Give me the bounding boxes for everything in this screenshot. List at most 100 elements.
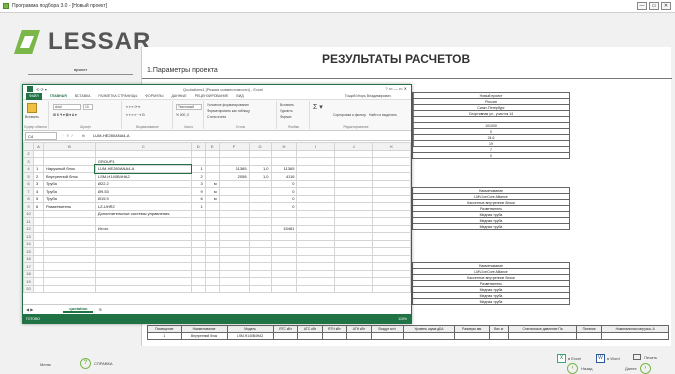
cell[interactable] <box>94 217 192 226</box>
cell[interactable] <box>270 262 298 271</box>
cell[interactable] <box>270 239 298 248</box>
row-header[interactable]: 7 <box>23 187 34 196</box>
cell[interactable] <box>372 217 411 226</box>
cell[interactable] <box>372 164 411 173</box>
paste-icon[interactable] <box>27 103 37 113</box>
cell[interactable] <box>42 157 96 166</box>
cell[interactable] <box>248 157 272 166</box>
cell[interactable]: Труба <box>42 194 96 203</box>
cell[interactable] <box>296 262 336 271</box>
cell[interactable] <box>296 232 336 241</box>
cell[interactable] <box>270 284 298 293</box>
cell[interactable] <box>296 202 336 211</box>
cell[interactable] <box>218 232 250 241</box>
export-excel-button[interactable]: Xв Excel <box>557 354 581 363</box>
quick-access-icons[interactable]: ⟲ ⟳ ▾ <box>36 87 47 92</box>
cell[interactable]: 2 <box>32 172 44 181</box>
menu-review[interactable]: РЕЦЕНЗИРОВАНИЕ <box>195 94 229 98</box>
menu-view[interactable]: ВИД <box>236 94 243 98</box>
cell[interactable] <box>248 269 272 278</box>
cell[interactable] <box>270 232 298 241</box>
cell[interactable] <box>42 262 96 271</box>
row-header[interactable]: 2 <box>23 149 34 158</box>
cell[interactable] <box>42 284 96 293</box>
cell[interactable] <box>334 262 374 271</box>
cell[interactable] <box>372 187 411 196</box>
cell[interactable] <box>248 284 272 293</box>
cell[interactable] <box>270 254 298 263</box>
menu-file[interactable]: ФАЙЛ <box>26 92 42 100</box>
cell[interactable] <box>296 179 336 188</box>
cell[interactable] <box>42 269 96 278</box>
cell[interactable]: 3 <box>32 179 44 188</box>
cell[interactable] <box>296 224 336 233</box>
column-header[interactable]: C <box>94 142 192 151</box>
cell[interactable] <box>296 284 336 293</box>
cell[interactable]: Ø9.53 <box>94 187 192 196</box>
cell[interactable] <box>372 269 411 278</box>
cell[interactable] <box>190 149 206 158</box>
cell[interactable] <box>334 269 374 278</box>
close-button[interactable]: ✕ <box>661 2 671 10</box>
cell[interactable] <box>32 157 44 166</box>
cell[interactable]: 9 <box>190 187 206 196</box>
insert-cells-button[interactable]: Вставить <box>280 103 294 107</box>
cell[interactable] <box>94 269 192 278</box>
cell[interactable] <box>204 224 220 233</box>
name-box[interactable]: C4 <box>25 131 57 140</box>
cell[interactable] <box>334 232 374 241</box>
cell[interactable] <box>32 239 44 248</box>
cell[interactable] <box>334 217 374 226</box>
cell[interactable] <box>94 149 192 158</box>
cell[interactable]: 1 <box>32 164 44 173</box>
row-header[interactable]: 8 <box>23 194 34 203</box>
cell[interactable] <box>270 209 298 218</box>
cell[interactable] <box>94 277 192 286</box>
row-header[interactable]: 20 <box>23 284 34 293</box>
cell[interactable] <box>94 254 192 263</box>
cell[interactable] <box>334 284 374 293</box>
cell[interactable] <box>204 217 220 226</box>
bold-italic-underline-buttons[interactable]: Ж К Ч ▾ ⊞ ▾ A ▾ <box>53 113 77 117</box>
cell[interactable] <box>372 239 411 248</box>
next-button[interactable]: Далее › <box>625 363 651 374</box>
cell[interactable] <box>296 277 336 286</box>
cell[interactable] <box>32 284 44 293</box>
cell[interactable] <box>372 194 411 203</box>
cell[interactable] <box>94 239 192 248</box>
cell[interactable] <box>218 254 250 263</box>
nav-item-project[interactable]: проект <box>28 64 133 75</box>
export-word-button[interactable]: Wв Word <box>596 354 620 363</box>
cell[interactable] <box>372 209 411 218</box>
conditional-format-button[interactable]: Условное форматирование <box>207 103 249 107</box>
cell[interactable]: 1,0 <box>248 164 272 173</box>
cell[interactable] <box>218 157 250 166</box>
cell[interactable] <box>334 194 374 203</box>
cell[interactable] <box>334 224 374 233</box>
column-header[interactable]: B <box>42 142 96 151</box>
formula-input[interactable]: LUM-HE280ANA4-A <box>93 133 129 138</box>
excel-window-controls[interactable]: ? ▭ — ▭ ✕ <box>385 86 407 91</box>
cell[interactable] <box>204 262 220 271</box>
row-header[interactable]: 19 <box>23 277 34 286</box>
row-header[interactable]: 18 <box>23 269 34 278</box>
cell[interactable] <box>190 209 206 218</box>
cell[interactable] <box>334 202 374 211</box>
cell[interactable] <box>372 202 411 211</box>
cell[interactable] <box>204 149 220 158</box>
print-button[interactable]: Печать <box>633 354 657 360</box>
cell[interactable]: 0 <box>270 187 298 196</box>
cell[interactable] <box>218 179 250 188</box>
cell[interactable]: 1 <box>190 164 206 173</box>
cell[interactable] <box>296 187 336 196</box>
cell[interactable] <box>248 217 272 226</box>
row-header[interactable]: 12 <box>23 224 34 233</box>
cell[interactable]: 6 <box>32 202 44 211</box>
cell[interactable] <box>248 239 272 248</box>
cell[interactable] <box>296 157 336 166</box>
cell[interactable]: 3 <box>190 179 206 188</box>
cell[interactable] <box>218 194 250 203</box>
cell[interactable] <box>94 262 192 271</box>
help-button[interactable]: ? СПРАВКА <box>80 358 113 369</box>
cell[interactable] <box>42 239 96 248</box>
